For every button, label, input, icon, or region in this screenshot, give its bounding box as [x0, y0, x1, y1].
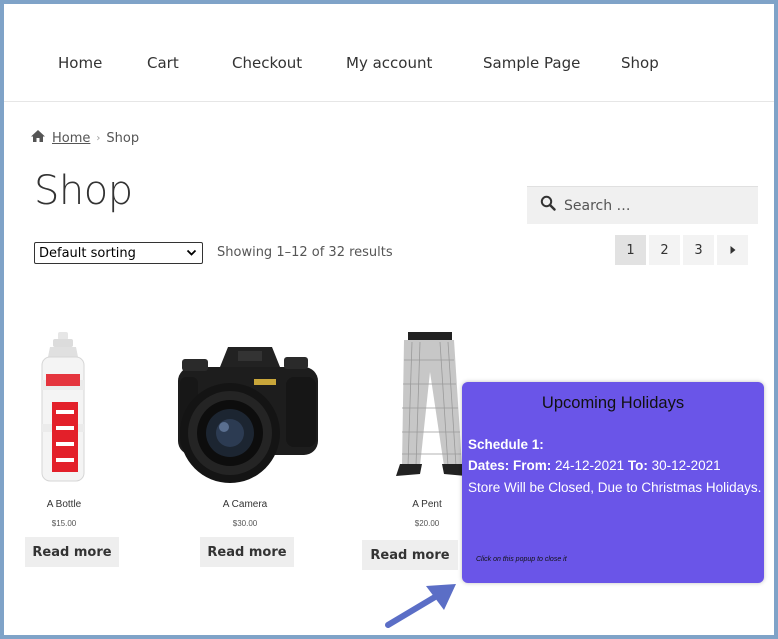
- nav-item-home[interactable]: Home: [58, 54, 102, 72]
- product-price: $20.00: [414, 519, 440, 528]
- popup-dates: Dates: From: 24-12-2021 To: 30-12-2021: [468, 458, 721, 473]
- nav-item-cart[interactable]: Cart: [147, 54, 179, 72]
- pagination: 1 2 3: [615, 235, 748, 265]
- page-title: Shop: [34, 168, 133, 214]
- chevron-right-icon: ›: [96, 132, 101, 144]
- holiday-popup[interactable]: Upcoming Holidays Schedule 1: Dates: Fro…: [462, 382, 764, 583]
- search-input[interactable]: Search …: [527, 186, 758, 224]
- page-link-3[interactable]: 3: [683, 235, 714, 265]
- popup-message: Store Will be Closed, Due to Christmas H…: [468, 480, 762, 495]
- chevron-down-icon: [186, 247, 197, 262]
- sorting-select[interactable]: Default sorting: [34, 242, 203, 264]
- nav-item-sample-page[interactable]: Sample Page: [483, 54, 580, 72]
- home-icon: [30, 129, 46, 147]
- page-link-2[interactable]: 2: [649, 235, 680, 265]
- arrow-icon: [382, 580, 460, 630]
- caret-right-icon: [730, 246, 735, 254]
- popup-close-hint: Click on this popup to close it: [476, 556, 567, 563]
- read-more-button-pent[interactable]: Read more: [362, 540, 458, 570]
- product-card-bottle: A Bottle $15.00: [28, 499, 100, 528]
- popup-schedule-label: Schedule 1:: [468, 437, 544, 452]
- primary-navigation: Home Cart Checkout My account Sample Pag…: [4, 4, 774, 102]
- nav-item-shop[interactable]: Shop: [621, 54, 659, 72]
- product-name[interactable]: A Bottle: [28, 499, 100, 510]
- breadcrumb: Home › Shop: [30, 129, 139, 147]
- product-card-camera: A Camera $30.00: [200, 499, 290, 528]
- breadcrumb-current: Shop: [106, 130, 140, 146]
- product-price: $30.00: [232, 519, 258, 528]
- read-more-button-bottle[interactable]: Read more: [25, 537, 119, 567]
- sorting-selected-value: Default sorting: [39, 245, 136, 261]
- product-image-pent[interactable]: [390, 332, 466, 480]
- product-image-bottle[interactable]: [38, 332, 88, 484]
- search-icon: [540, 195, 556, 216]
- page-link-1[interactable]: 1: [615, 235, 646, 265]
- next-page-button[interactable]: [717, 235, 748, 265]
- nav-item-checkout[interactable]: Checkout: [232, 54, 302, 72]
- result-count: Showing 1–12 of 32 results: [217, 245, 393, 260]
- product-card-pent: A Pent $20.00: [392, 499, 462, 528]
- nav-item-my-account[interactable]: My account: [346, 54, 432, 72]
- product-name[interactable]: A Pent: [392, 499, 462, 510]
- product-image-camera[interactable]: [168, 337, 322, 485]
- product-name[interactable]: A Camera: [200, 499, 290, 510]
- read-more-button-camera[interactable]: Read more: [200, 537, 294, 567]
- popup-title: Upcoming Holidays: [541, 394, 685, 412]
- search-placeholder: Search …: [564, 197, 631, 214]
- breadcrumb-home-link[interactable]: Home: [52, 131, 90, 146]
- product-price: $15.00: [51, 519, 77, 528]
